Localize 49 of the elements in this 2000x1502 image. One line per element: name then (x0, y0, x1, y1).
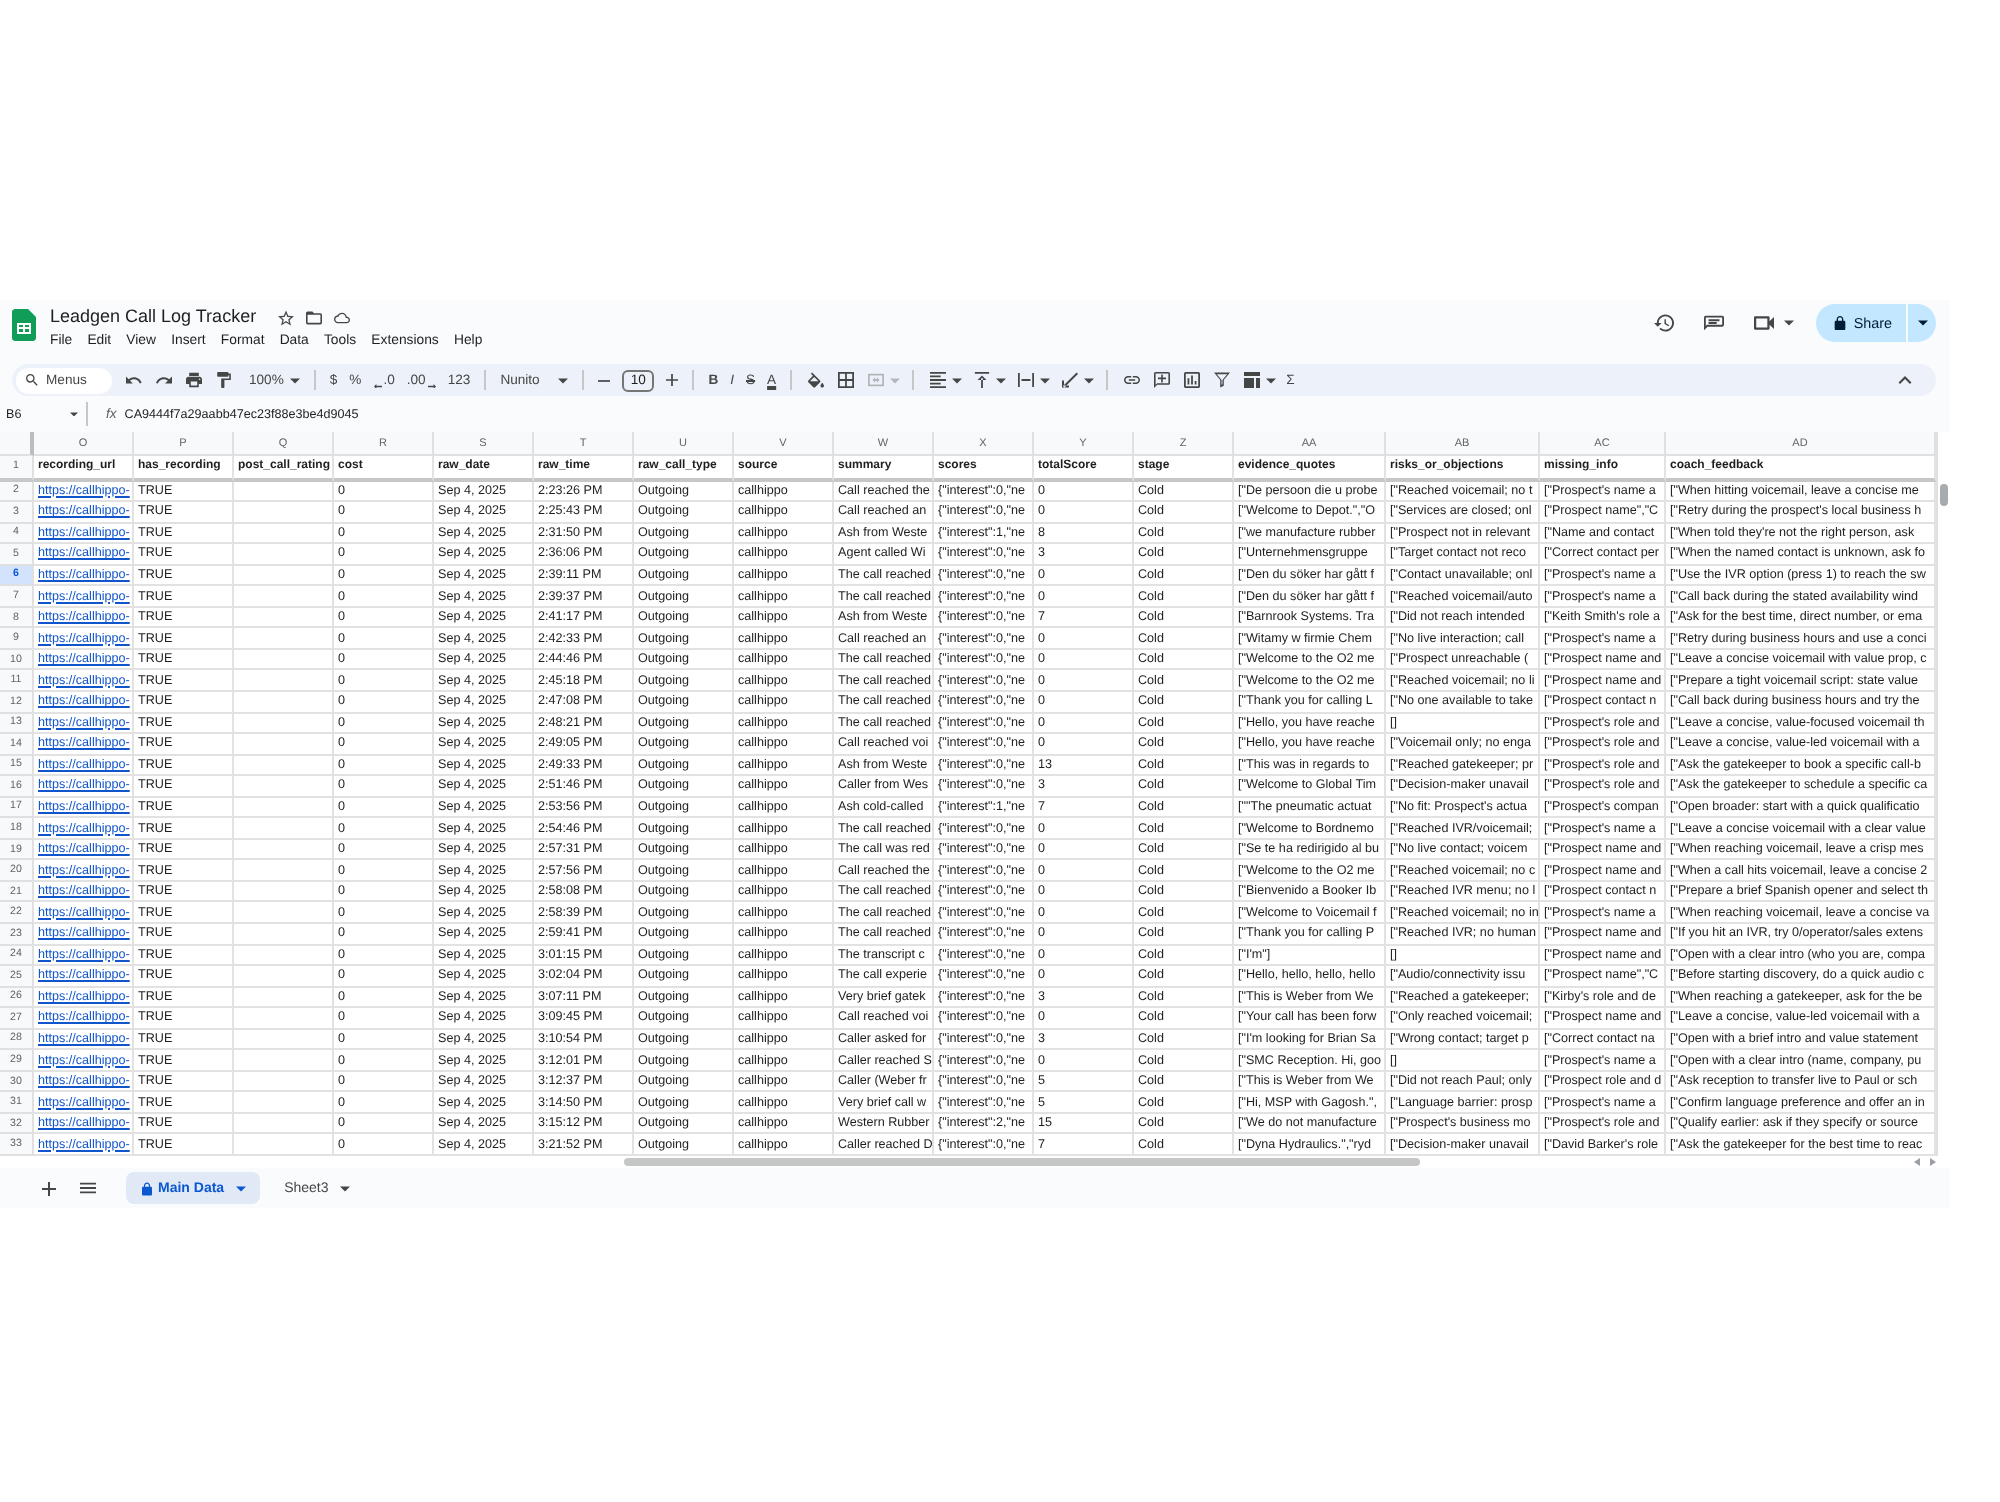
history-icon[interactable] (1653, 313, 1674, 331)
chart-icon[interactable] (1183, 372, 1200, 388)
link-icon[interactable] (1123, 372, 1140, 388)
caret-icon[interactable] (1266, 377, 1277, 383)
caret-icon (289, 377, 300, 383)
undo-icon[interactable] (126, 372, 142, 388)
caret-icon[interactable] (952, 377, 963, 383)
print-icon[interactable] (186, 372, 202, 388)
comments-icon[interactable] (1703, 313, 1724, 331)
vertical-align-icon[interactable] (973, 372, 990, 388)
left-arrow-icon (373, 383, 382, 388)
add-sheet-icon[interactable] (42, 1181, 56, 1195)
cloud-icon[interactable] (334, 309, 351, 325)
merge-cells-icon[interactable] (867, 372, 884, 388)
text-wrap-icon[interactable] (1017, 372, 1034, 388)
right-arrow-icon (427, 383, 436, 388)
caret-icon[interactable] (996, 377, 1007, 383)
star-icon[interactable] (278, 309, 295, 325)
caret-icon[interactable] (1084, 377, 1095, 383)
redo-icon[interactable] (156, 372, 172, 388)
caret-icon (340, 1185, 351, 1191)
share-menu-button[interactable] (1908, 303, 1936, 341)
search-icon (26, 374, 38, 386)
caret-icon (1917, 319, 1927, 325)
add-comment-icon[interactable] (1153, 372, 1170, 388)
scroll-left-icon[interactable] (1914, 1158, 1920, 1166)
paint-bucket-icon[interactable] (807, 372, 824, 388)
scroll-right-icon[interactable] (1930, 1158, 1936, 1166)
spreadsheet-icon[interactable] (12, 308, 36, 342)
caret-icon (558, 377, 569, 383)
all-sheets-icon[interactable] (80, 1182, 96, 1194)
minus-icon[interactable] (598, 379, 611, 381)
caret-icon (70, 411, 78, 417)
caret-icon[interactable] (1783, 319, 1794, 325)
text-rotation-icon[interactable] (1061, 372, 1078, 388)
vertical-scrollbar[interactable] (1940, 484, 1948, 506)
align-left-icon[interactable] (929, 372, 946, 388)
paint-roller-icon[interactable] (216, 372, 232, 388)
document-title[interactable]: Leadgen Call Log Tracker (50, 306, 257, 328)
collapse-icon[interactable] (1898, 376, 1912, 384)
filter-icon[interactable] (1213, 372, 1230, 388)
caret-icon[interactable] (1040, 377, 1051, 383)
lock-icon (1833, 315, 1846, 329)
plus-icon[interactable] (666, 374, 679, 386)
folder-icon[interactable] (306, 309, 323, 325)
caret-icon (236, 1185, 247, 1191)
borders-icon[interactable] (837, 372, 854, 388)
filter-views-icon[interactable] (1243, 372, 1260, 388)
video-camera-icon[interactable] (1753, 313, 1774, 331)
